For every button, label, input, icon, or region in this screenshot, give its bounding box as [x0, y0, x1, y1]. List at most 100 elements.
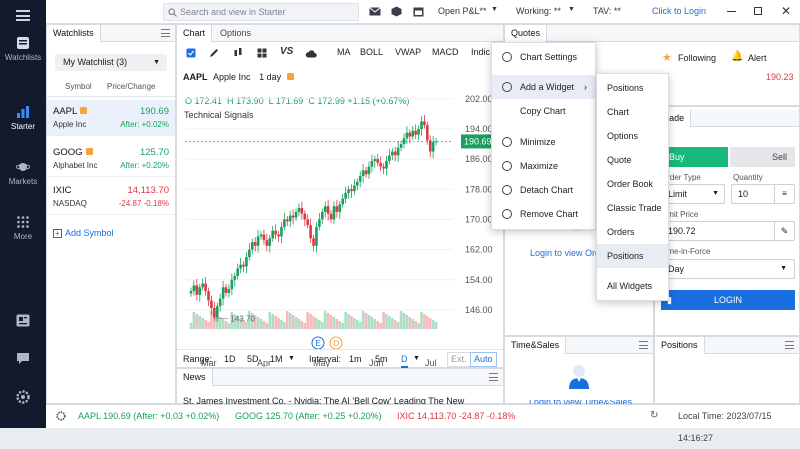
settings-icon[interactable]: [56, 411, 66, 421]
submenu-item-options[interactable]: Options: [597, 124, 668, 148]
bell-icon[interactable]: 🔔: [731, 51, 743, 62]
col-header-price[interactable]: Price/Change: [107, 82, 155, 91]
open-pl-label[interactable]: Open P&L**: [438, 6, 487, 16]
chat-icon[interactable]: [16, 352, 30, 365]
search-input[interactable]: Search and view in Starter: [163, 3, 359, 21]
box-icon[interactable]: [391, 6, 402, 17]
calendar-icon[interactable]: [413, 6, 424, 17]
submenu-item-chart[interactable]: Chart: [597, 100, 668, 124]
panel-menu-icon[interactable]: [785, 341, 794, 349]
range-1d[interactable]: 1D: [224, 350, 236, 368]
star-icon[interactable]: ★: [662, 51, 672, 64]
rail-item-more[interactable]: More: [0, 215, 46, 241]
col-header-symbol[interactable]: Symbol: [65, 82, 92, 91]
tif-select[interactable]: Day ▼: [661, 259, 795, 279]
volume-bar: [341, 323, 345, 329]
hamburger-menu-icon[interactable]: [16, 10, 30, 21]
submenu-item-positions-2[interactable]: Positions: [597, 244, 668, 268]
volume-bar: [204, 320, 207, 329]
rail-item-markets[interactable]: Markets: [0, 160, 46, 186]
indicator-ma[interactable]: MA: [337, 44, 351, 60]
ticker-item-ixic[interactable]: IXIC 14,113.70 -24.87 -0.18%: [397, 405, 515, 427]
maximize-icon: [502, 161, 512, 171]
chevron-down-icon[interactable]: ▼: [491, 6, 498, 13]
buy-button[interactable]: Buy: [661, 147, 728, 167]
watchlist-panel: Watchlists My Watchlist (3) ▼ Symbol Pri…: [46, 24, 176, 404]
watchlist-dropdown[interactable]: My Watchlist (3) ▼: [55, 54, 167, 71]
cloud-icon[interactable]: [305, 49, 317, 58]
volume-bar: [382, 312, 385, 329]
interval-d[interactable]: D: [401, 352, 408, 368]
plus-circle-icon: [502, 82, 512, 92]
rail-item-watchlists[interactable]: Watchlists: [0, 36, 46, 62]
close-window-icon[interactable]: ✕: [781, 4, 791, 18]
candle-body: [434, 141, 438, 143]
minimize-window-icon[interactable]: [727, 11, 736, 12]
ext-toggle[interactable]: Ext.: [447, 352, 471, 367]
menu-item-chart-settings[interactable]: Chart Settings: [492, 45, 595, 69]
caret-down-icon[interactable]: ▼: [413, 350, 420, 368]
tab-options[interactable]: Options: [214, 25, 257, 42]
menu-item-maximize[interactable]: Maximize: [492, 154, 595, 178]
indicator-more[interactable]: Indic: [471, 44, 490, 60]
quantity-value: 10: [738, 189, 749, 199]
tab-quotes[interactable]: Quotes: [505, 25, 548, 42]
panel-menu-icon[interactable]: [161, 29, 170, 37]
login-link[interactable]: Click to Login: [652, 6, 706, 16]
interval-1m[interactable]: 1m: [349, 350, 362, 368]
settings-icon[interactable]: [16, 390, 30, 404]
order-type-select[interactable]: Limit ▼: [661, 184, 725, 204]
refresh-icon[interactable]: ↻: [650, 405, 658, 427]
add-symbol-button[interactable]: + Add Symbol: [53, 228, 114, 238]
watchlist-row-aapl[interactable]: AAPL Apple Inc 190.69 After: +0.02%: [47, 100, 175, 136]
ticker-item-goog[interactable]: GOOG 125.70 (After: +0.25 +0.20%): [235, 405, 382, 427]
alert-label[interactable]: Alert: [748, 53, 767, 63]
submenu-item-classic-trade[interactable]: Classic Trade: [597, 196, 668, 220]
panel-menu-icon[interactable]: [639, 341, 648, 349]
submenu-item-positions[interactable]: Positions: [597, 76, 668, 100]
interval-5m[interactable]: 5m: [375, 350, 388, 368]
submenu-item-quote[interactable]: Quote: [597, 148, 668, 172]
rail-item-starter[interactable]: Starter: [0, 105, 46, 131]
submenu-item-order-book[interactable]: Order Book: [597, 172, 668, 196]
tab-time-sales[interactable]: Time&Sales: [505, 337, 567, 354]
menu-item-minimize[interactable]: Minimize: [492, 130, 595, 154]
tab-news[interactable]: News: [177, 369, 213, 386]
submenu-item-all-widgets[interactable]: All Widgets: [597, 274, 668, 298]
caret-down-icon[interactable]: ▼: [288, 350, 295, 368]
price-chart[interactable]: 202.00 194.00 186.00 178.00 170.00 162.00 154.…: [177, 67, 503, 367]
menu-item-copy-chart[interactable]: Copy Chart: [492, 99, 595, 123]
tab-chart[interactable]: Chart: [177, 25, 213, 42]
candles-icon[interactable]: [233, 47, 243, 58]
watchlist-row-ixic[interactable]: IXIC NASDAQ 14,113.70 -24.87 -0.18%: [47, 179, 175, 215]
submenu-item-orders[interactable]: Orders: [597, 220, 668, 244]
watchlist-dropdown-label: My Watchlist (3): [63, 57, 128, 67]
login-button[interactable]: ▮ LOGIN: [661, 290, 795, 310]
limit-price-input[interactable]: 190.72 ✎: [661, 221, 795, 241]
menu-item-detach-chart[interactable]: Detach Chart: [492, 178, 595, 202]
tab-positions[interactable]: Positions: [655, 337, 705, 354]
restore-window-icon[interactable]: [754, 7, 762, 15]
indicator-vwap[interactable]: VWAP: [395, 44, 421, 60]
menu-item-remove-chart[interactable]: Remove Chart: [492, 202, 595, 226]
indicator-macd[interactable]: MACD: [432, 44, 459, 60]
ticker-item-aapl[interactable]: AAPL 190.69 (After: +0.03 +0.02%): [78, 405, 219, 427]
watchlist-row-goog[interactable]: GOOG Alphabet Inc 125.70 After: +0.20%: [47, 141, 175, 177]
select-tool-icon[interactable]: [186, 48, 196, 58]
draw-tool-icon[interactable]: [209, 48, 219, 58]
sell-button[interactable]: Sell: [730, 147, 795, 167]
mail-icon[interactable]: [369, 7, 381, 16]
news-icon[interactable]: [16, 314, 30, 327]
quantity-input[interactable]: 10 ≡: [731, 184, 795, 204]
indicator-boll[interactable]: BOLL: [360, 44, 383, 60]
chevron-down-icon[interactable]: ▼: [568, 6, 575, 13]
menu-item-add-widget[interactable]: Add a Widget ›: [492, 75, 595, 99]
tab-watchlists[interactable]: Watchlists: [47, 25, 101, 42]
compare-icon[interactable]: VS: [280, 46, 293, 57]
panel-menu-icon[interactable]: [489, 373, 498, 381]
auto-toggle[interactable]: Auto: [470, 352, 497, 367]
following-label[interactable]: Following: [678, 53, 716, 63]
range-5d[interactable]: 5D: [247, 350, 259, 368]
layout-icon[interactable]: [257, 48, 267, 58]
range-1m[interactable]: 1M: [270, 350, 283, 368]
